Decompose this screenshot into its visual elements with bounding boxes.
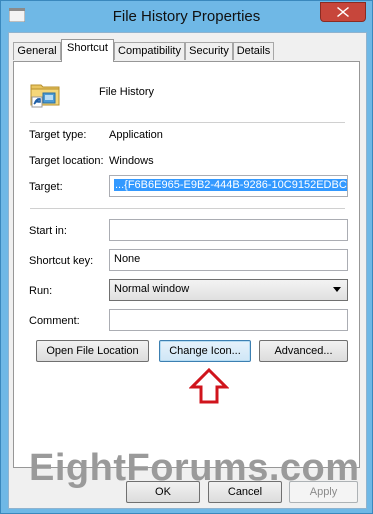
- shortcut-key-label: Shortcut key:: [29, 255, 94, 267]
- comment-label: Comment:: [29, 315, 80, 327]
- shortcut-name: File History: [99, 86, 155, 98]
- change-icon-button[interactable]: Change Icon...: [159, 340, 251, 362]
- open-file-location-button[interactable]: Open File Location: [36, 340, 149, 362]
- target-label: Target:: [29, 181, 63, 193]
- tab-general[interactable]: General: [13, 42, 61, 60]
- title-bar[interactable]: File History Properties: [1, 1, 372, 33]
- separator: [30, 208, 345, 209]
- tab-details[interactable]: Details: [233, 42, 274, 60]
- dialog-client: General Shortcut Compatibility Security …: [8, 32, 367, 509]
- file-history-icon: [30, 84, 60, 108]
- shortcut-key-field[interactable]: None: [109, 249, 348, 271]
- tab-compatibility[interactable]: Compatibility: [114, 42, 185, 60]
- target-field[interactable]: ...{F6B6E965-E9B2-444B-9286-10C9152EDBC5…: [109, 175, 348, 197]
- watermark: EightForums.com: [29, 447, 360, 489]
- target-type-label: Target type:: [29, 129, 87, 141]
- run-label: Run:: [29, 285, 53, 297]
- target-field-value: ...{F6B6E965-E9B2-444B-9286-10C9152EDBC5…: [114, 179, 347, 191]
- start-in-field[interactable]: [109, 219, 348, 241]
- separator: [30, 122, 345, 123]
- tab-shortcut[interactable]: Shortcut: [61, 39, 114, 62]
- run-dropdown-value: Normal window: [114, 283, 190, 295]
- target-type-value: Application: [109, 129, 163, 141]
- close-icon: [337, 7, 349, 17]
- target-location-value: Windows: [109, 155, 154, 167]
- up-arrow-icon: [189, 368, 229, 404]
- properties-window: File History Properties General Shortcut…: [0, 0, 373, 514]
- start-in-label: Start in:: [29, 225, 67, 237]
- tab-security[interactable]: Security: [185, 42, 233, 60]
- window-title: File History Properties: [112, 8, 261, 25]
- target-location-label: Target location:: [29, 155, 104, 167]
- advanced-button[interactable]: Advanced...: [259, 340, 348, 362]
- chevron-down-icon: [333, 287, 341, 292]
- run-dropdown[interactable]: Normal window: [109, 279, 348, 301]
- comment-field[interactable]: [109, 309, 348, 331]
- close-button[interactable]: [320, 2, 366, 22]
- shortcut-panel: File History Target type: Application Ta…: [13, 61, 360, 468]
